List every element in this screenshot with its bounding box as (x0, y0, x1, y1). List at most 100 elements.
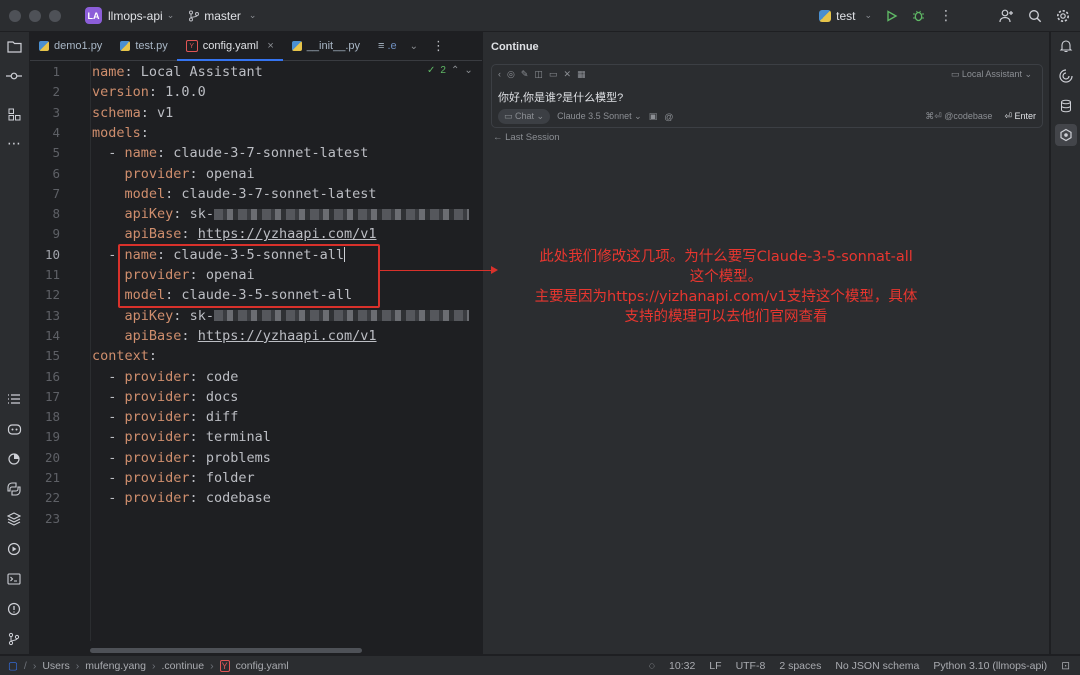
close-window-button[interactable] (9, 9, 21, 22)
tab-config-yaml[interactable]: Yconfig.yaml × (176, 32, 283, 61)
sync-icon[interactable]: ◌ (649, 660, 655, 672)
problems-icon[interactable] (5, 600, 23, 618)
code-line[interactable]: 18 - provider: diff (30, 407, 482, 427)
lock-icon[interactable]: ⊡ (1061, 660, 1070, 672)
chat-input-box[interactable]: ‹ ◎ ✎ ◫ ▭ ✕ ▦ ▭ Local Assistant ⌄ 你好,你是谁… (491, 64, 1043, 128)
layers-icon[interactable] (5, 510, 23, 528)
yaml-key: name (92, 64, 125, 80)
code-line[interactable]: 23 (30, 509, 482, 529)
tab-list-dropdown-icon[interactable]: ⌄ (410, 41, 418, 52)
model-selector[interactable]: Claude 3.5 Sonnet ⌄ (557, 111, 642, 122)
profiler-icon[interactable] (5, 450, 23, 468)
branch-selector[interactable]: master ⌄ (188, 9, 256, 23)
tools-icon[interactable]: ✕ (563, 69, 571, 80)
assistant-selector[interactable]: ▭ Local Assistant ⌄ (951, 69, 1032, 80)
code-line[interactable]: 2 version: 1.0.0 (30, 82, 482, 102)
mode-selector[interactable]: ▭ Chat ⌄ (498, 109, 551, 124)
json-schema[interactable]: No JSON schema (835, 660, 919, 672)
line-separator[interactable]: LF (709, 660, 721, 672)
code-editor[interactable]: ✓ 2 ⌃ ⌄ 1 name: Local Assistant 2 version: 1… (30, 61, 482, 654)
continue-plugin-icon[interactable] (1055, 124, 1077, 146)
edit-icon[interactable]: ✎ (521, 69, 529, 80)
copilot-icon[interactable] (5, 420, 23, 438)
minimize-window-button[interactable] (29, 9, 41, 22)
search-icon[interactable] (1028, 9, 1042, 23)
code-line[interactable]: 14 apiBase: https://yzhaapi.com/v1 (30, 326, 482, 346)
line-number: 20 (44, 449, 60, 465)
settings-gear-icon[interactable] (1056, 9, 1070, 23)
code-line[interactable]: 13 apiKey: sk- (30, 306, 482, 326)
breadcrumb-item[interactable]: config.yaml (236, 660, 289, 672)
code-line[interactable]: 21 - provider: folder (30, 468, 482, 488)
services-icon[interactable] (5, 540, 23, 558)
more-tools-icon[interactable]: ⋯ (5, 134, 23, 152)
yaml-value[interactable]: https://yzhaapi.com/v1 (198, 226, 377, 242)
python-interpreter[interactable]: Python 3.10 (llmops-api) (933, 660, 1047, 672)
run-config-selector[interactable]: test ⌄ (819, 9, 872, 23)
code-line[interactable]: 1 name: Local Assistant (30, 62, 482, 82)
tab-overflow[interactable]: ≡ .e (369, 32, 406, 60)
enter-button[interactable]: ⏎ Enter (1004, 111, 1036, 122)
project-selector[interactable]: llmops-api (108, 9, 163, 23)
code-line[interactable]: 22 - provider: codebase (30, 488, 482, 508)
database-icon[interactable] (1057, 97, 1075, 115)
code-line[interactable]: 15 context: (30, 346, 482, 366)
yaml-key: provider (124, 165, 190, 182)
code-line[interactable]: 19 - provider: terminal (30, 427, 482, 447)
zoom-window-button[interactable] (49, 9, 61, 22)
indent-setting[interactable]: 2 spaces (779, 660, 821, 672)
code-line[interactable]: 3 schema: v1 (30, 103, 482, 123)
add-user-icon[interactable] (999, 9, 1014, 23)
tab-init[interactable]: __init__.py (283, 32, 369, 60)
book-icon[interactable]: ◫ (534, 69, 543, 80)
code-line[interactable]: 4 models: (30, 123, 482, 143)
horizontal-scrollbar[interactable] (90, 648, 362, 653)
mode-label: Chat (515, 111, 535, 121)
ai-assistant-icon[interactable] (1057, 67, 1075, 85)
file-encoding[interactable]: UTF-8 (736, 660, 766, 672)
tab-options-icon[interactable]: ⋮ (432, 38, 445, 54)
git-icon[interactable] (5, 630, 23, 648)
project-folder-icon[interactable] (5, 37, 23, 55)
code-text: apiKey: sk- (92, 306, 469, 326)
more-actions-icon[interactable]: ⋮ (939, 7, 953, 24)
close-tab-icon[interactable]: × (267, 40, 273, 52)
notifications-bell-icon[interactable] (1057, 37, 1075, 55)
back-icon[interactable]: ‹ (498, 69, 501, 80)
tab-label: config.yaml (202, 40, 259, 52)
breadcrumb-item[interactable]: .continue (161, 660, 204, 672)
python-packages-icon[interactable] (5, 480, 23, 498)
tab-demo1[interactable]: demo1.py (30, 32, 111, 60)
code-line[interactable]: 5 - name: claude-3-7-sonnet-latest (30, 143, 482, 163)
project-badge[interactable]: LA (85, 7, 102, 24)
code-line[interactable]: 17 - provider: docs (30, 387, 482, 407)
at-mention-icon[interactable]: @ (664, 112, 673, 122)
tab-test[interactable]: test.py (111, 32, 176, 60)
codebase-shortcut[interactable]: ⌘⏎ @codebase (925, 111, 992, 122)
breadcrumb-item[interactable]: Users (42, 660, 69, 672)
grid-icon[interactable]: ▦ (577, 69, 586, 80)
commit-icon[interactable] (5, 67, 23, 85)
terminal-icon[interactable] (5, 570, 23, 588)
project-view-icon[interactable]: ▢ (8, 660, 18, 672)
code-line[interactable]: 16 - provider: code (30, 367, 482, 387)
code-line[interactable]: 8 apiKey: sk- (30, 204, 482, 224)
yaml-value[interactable]: https://yzhaapi.com/v1 (198, 328, 377, 344)
breadcrumb-item[interactable]: mufeng.yang (85, 660, 146, 672)
chat-bubble-icon[interactable]: ▭ (549, 69, 558, 80)
image-icon[interactable]: ▣ (649, 111, 658, 122)
debug-icon[interactable] (912, 9, 925, 22)
run-icon[interactable] (886, 9, 898, 22)
structure-icon[interactable] (5, 105, 23, 123)
caret-position[interactable]: 10:32 (669, 660, 695, 672)
line-number: 6 (52, 165, 60, 181)
todo-list-icon[interactable] (5, 390, 23, 408)
code-line[interactable]: 6 provider: openai (30, 164, 482, 184)
chat-message-text[interactable]: 你好,你是谁?是什么模型? (498, 89, 623, 105)
code-line[interactable]: 9 apiBase: https://yzhaapi.com/v1 (30, 224, 482, 244)
code-line[interactable]: 7 model: claude-3-7-sonnet-latest (30, 184, 482, 204)
code-line[interactable]: 20 - provider: problems (30, 448, 482, 468)
history-icon[interactable]: ◎ (507, 69, 515, 80)
yaml-value: codebase (205, 490, 271, 507)
last-session-link[interactable]: ← Last Session (493, 132, 560, 143)
